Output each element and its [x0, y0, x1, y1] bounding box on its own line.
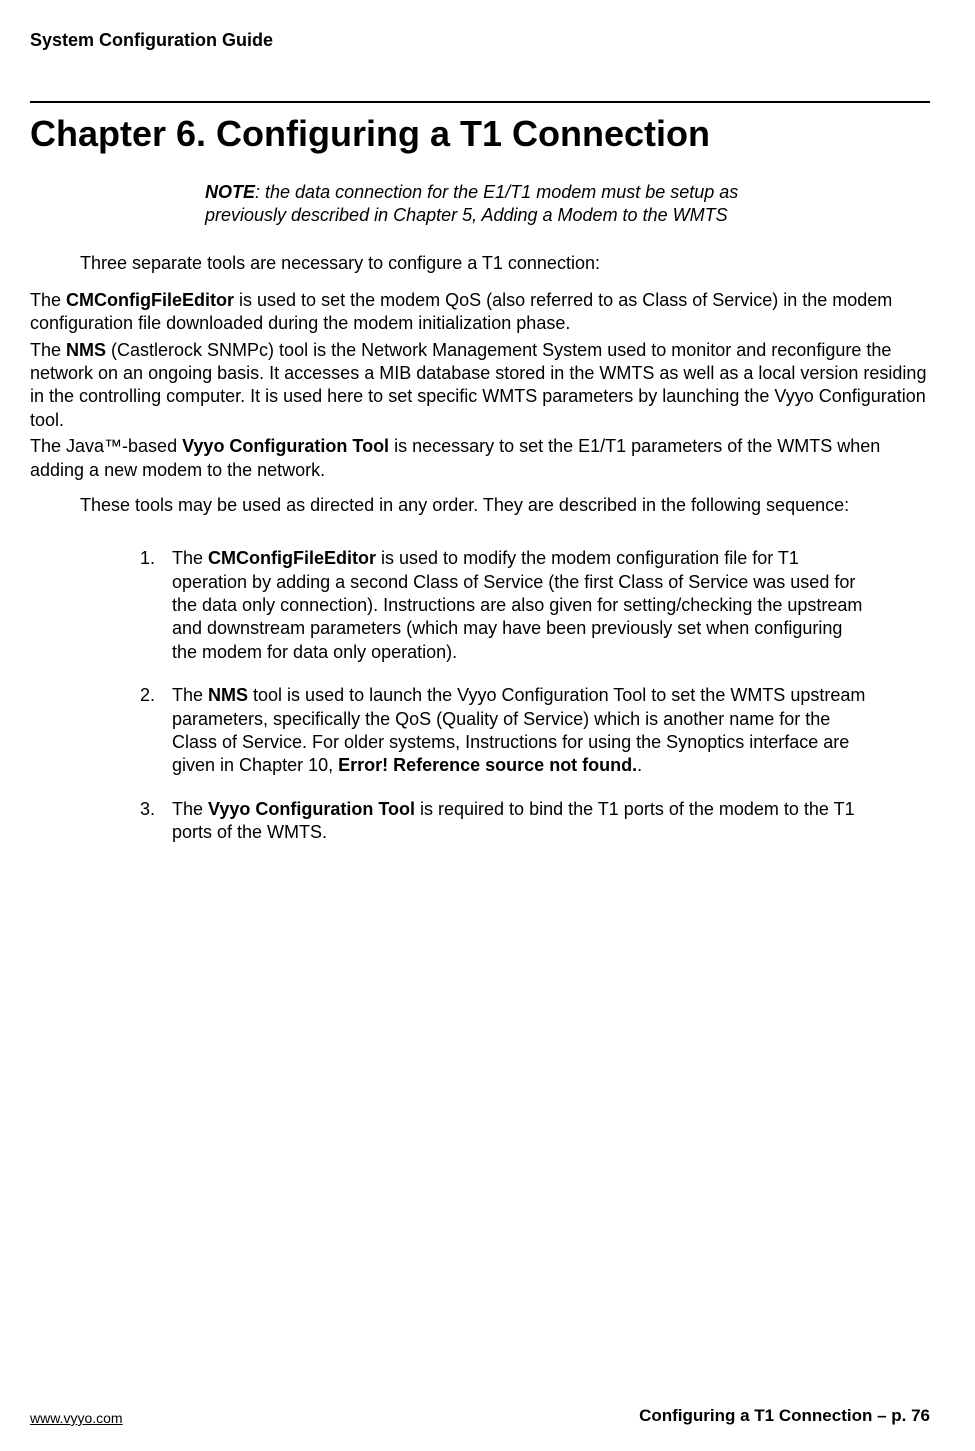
- item-bold: Vyyo Configuration Tool: [208, 799, 415, 819]
- text: The: [172, 685, 208, 705]
- tool-nms-name: NMS: [66, 340, 106, 360]
- tool-vyyo-paragraph: The Java™-based Vyyo Configuration Tool …: [30, 435, 930, 482]
- item-bold: NMS: [208, 685, 248, 705]
- footer-url-link[interactable]: www.vyyo.com: [30, 1410, 123, 1426]
- item-error-ref: Error! Reference source not found.: [338, 755, 637, 775]
- text: The: [172, 548, 208, 568]
- note-block: NOTE: the data connection for the E1/T1 …: [205, 181, 780, 228]
- list-item: The NMS tool is used to launch the Vyyo …: [160, 684, 870, 778]
- document-header-title: System Configuration Guide: [30, 30, 930, 51]
- text: The: [30, 290, 66, 310]
- chapter-title: Chapter 6. Configuring a T1 Connection: [50, 111, 930, 156]
- sequence-intro: These tools may be used as directed in a…: [80, 494, 930, 517]
- list-item: The Vyyo Configuration Tool is required …: [160, 798, 870, 845]
- tool-cm-paragraph: The CMConfigFileEditor is used to set th…: [30, 289, 930, 336]
- tool-vyyo-name: Vyyo Configuration Tool: [182, 436, 389, 456]
- footer: www.vyyo.com Configuring a T1 Connection…: [30, 1406, 930, 1426]
- ordered-list: The CMConfigFileEditor is used to modify…: [160, 547, 870, 844]
- tool-cm-name: CMConfigFileEditor: [66, 290, 234, 310]
- list-item: The CMConfigFileEditor is used to modify…: [160, 547, 870, 664]
- item-bold: CMConfigFileEditor: [208, 548, 376, 568]
- intro-text: Three separate tools are necessary to co…: [80, 253, 930, 274]
- text: The: [30, 340, 66, 360]
- text: The Java™-based: [30, 436, 182, 456]
- text: (Castlerock SNMPc) tool is the Network M…: [30, 340, 926, 430]
- footer-page-label: Configuring a T1 Connection – p. 76: [639, 1406, 930, 1426]
- tool-nms-paragraph: The NMS (Castlerock SNMPc) tool is the N…: [30, 339, 930, 433]
- text: The: [172, 799, 208, 819]
- note-label: NOTE: [205, 182, 255, 202]
- note-text: : the data connection for the E1/T1 mode…: [205, 182, 738, 225]
- divider-line: [30, 101, 930, 103]
- text: .: [637, 755, 642, 775]
